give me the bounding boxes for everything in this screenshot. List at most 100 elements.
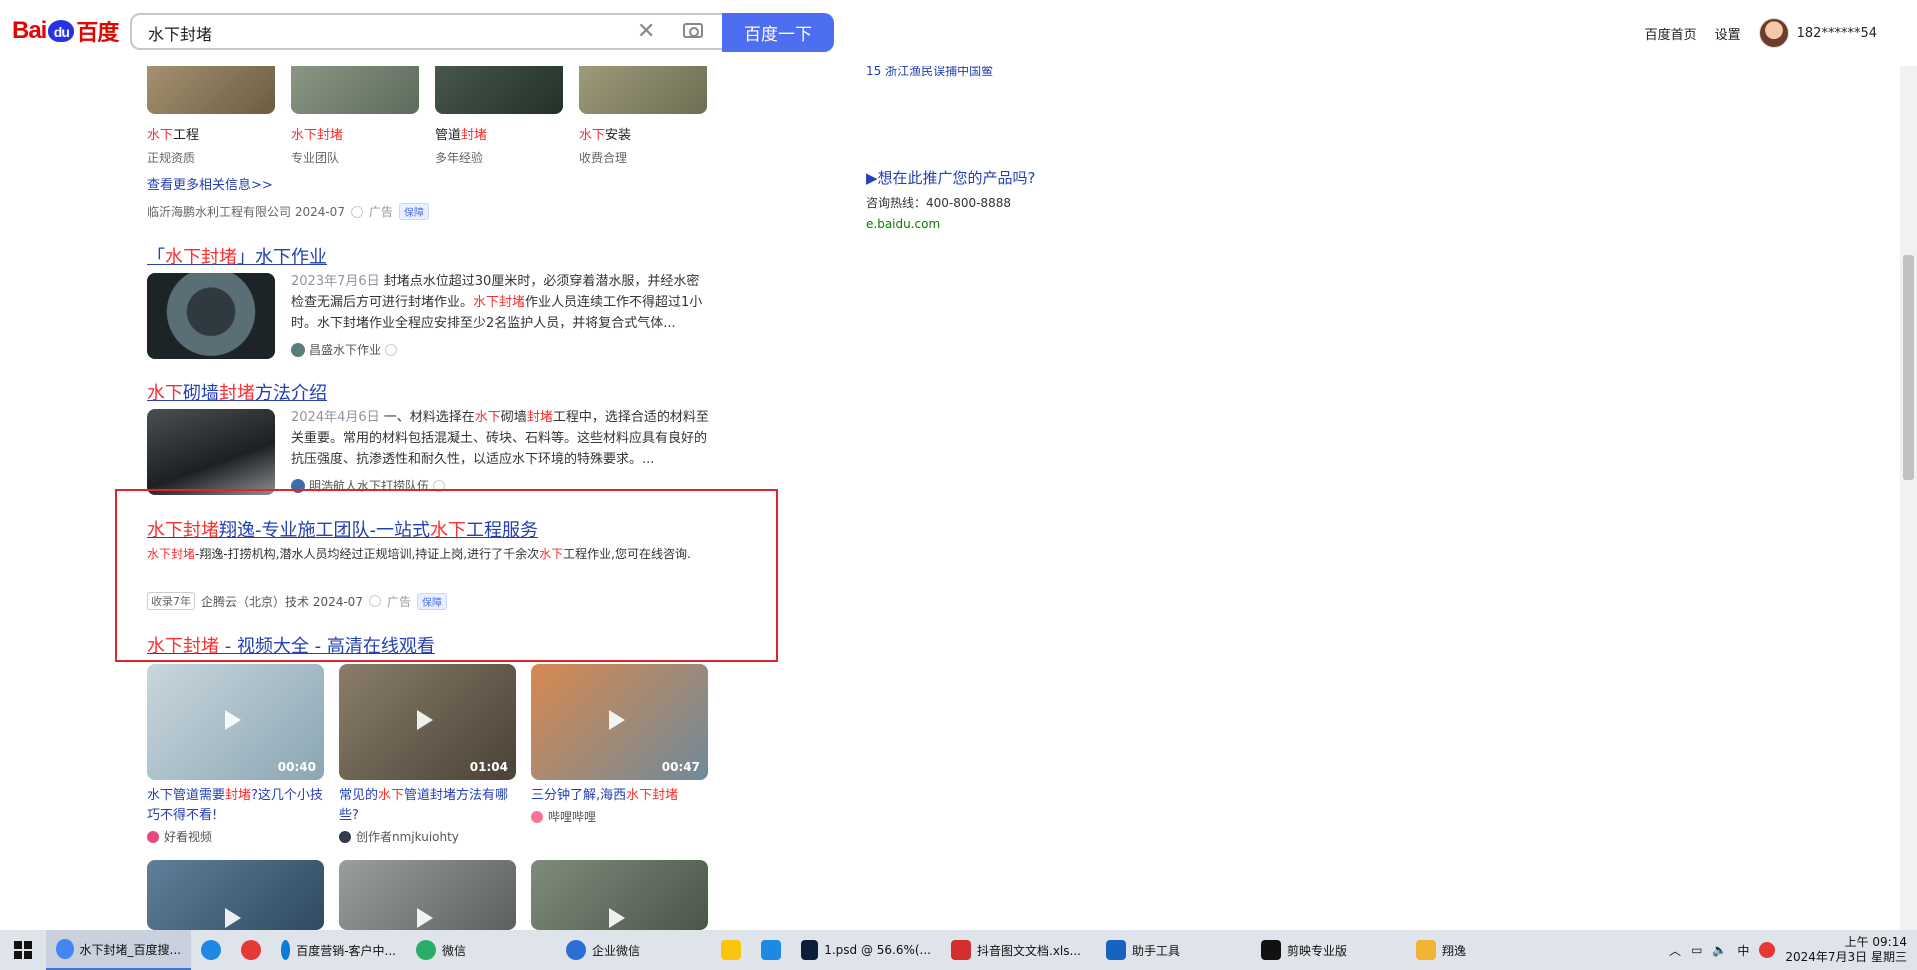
promo-title[interactable]: ▶想在此推广您的产品吗? <box>866 167 1036 188</box>
chevron-up-icon[interactable]: ︿ <box>1669 942 1681 959</box>
taskbar-item-edge[interactable]: 百度营销-客户中... <box>271 930 406 970</box>
tile-title[interactable]: 水下工程 <box>147 124 275 143</box>
taskbar-item-wechat[interactable]: 微信 <box>406 930 556 970</box>
taskbar-item-helper[interactable]: 助手工具 <box>1096 930 1251 970</box>
ad2-company[interactable]: 企腾云（北京）技术 2024-07 <box>201 593 363 610</box>
source-avatar-icon <box>291 342 305 357</box>
video-source[interactable]: 创作者nmjkuiohty <box>339 828 516 845</box>
video-card[interactable]: 01:04 常见的水下管道封堵方法有哪些? 创作者nmjkuiohty <box>339 664 516 845</box>
user-menu[interactable]: 182******54 <box>1758 18 1877 48</box>
clear-icon[interactable]: ✕ <box>637 19 655 44</box>
video-duration: 00:40 <box>277 760 316 774</box>
avatar[interactable] <box>1758 18 1789 48</box>
taskbar-item-plus[interactable] <box>751 930 791 970</box>
result1-title[interactable]: 「水下封堵」水下作业 <box>147 243 327 269</box>
ad2-source: 收录7年 企腾云（北京）技术 2024-07 广告 保障 <box>147 592 447 610</box>
video-card[interactable] <box>339 860 516 930</box>
video-thumbnail[interactable] <box>531 860 708 930</box>
taskbar-item-chrome[interactable]: 水下封堵_百度搜... <box>46 930 191 970</box>
video-thumbnail[interactable]: 01:04 <box>339 664 516 780</box>
video-card[interactable]: 00:47 三分钟了解,海西水下封堵 哔哩哔哩 <box>531 664 708 825</box>
promo-url[interactable]: e.baidu.com <box>866 217 1036 231</box>
taskbar-item-wps[interactable]: 抖音图文文档.xls... <box>941 930 1096 970</box>
guarantee-badge[interactable]: 保障 <box>416 592 447 610</box>
video-title[interactable]: 常见的水下管道封堵方法有哪些? <box>339 786 516 826</box>
taskbar-item-capcut[interactable]: 剪映专业版 <box>1251 930 1406 970</box>
video-source[interactable]: 哔哩哔哩 <box>531 808 708 825</box>
chrome-icon <box>56 939 74 959</box>
video-title[interactable]: 水下管道需要封堵?这几个小技巧不得不看! <box>147 786 324 826</box>
volume-icon[interactable]: 🔈 <box>1712 943 1727 957</box>
result1-source[interactable]: 昌盛水下作业 <box>291 341 398 358</box>
ad2-title[interactable]: 水下封堵翔逸-专业施工团队-一站式水下工程服务 <box>147 516 538 542</box>
info-icon[interactable] <box>385 343 398 356</box>
link-baidu-home[interactable]: 百度首页 <box>1645 24 1697 43</box>
scrollbar[interactable] <box>1900 0 1917 930</box>
link-settings[interactable]: 设置 <box>1715 24 1741 43</box>
scrollbar-thumb[interactable] <box>1903 255 1914 480</box>
video-duration: 01:04 <box>469 760 508 774</box>
tile-sub: 专业团队 <box>291 151 340 165</box>
play-icon[interactable] <box>609 710 625 730</box>
sogou-ime-icon[interactable] <box>1759 942 1776 958</box>
ad-tile[interactable]: 水下工程 正规资质 <box>147 56 275 166</box>
result1-thumbnail[interactable] <box>147 273 275 359</box>
ad1-source: 临沂海鹏水利工程有限公司 2024-07 广告 保障 <box>147 203 429 220</box>
plus-app-icon <box>761 940 781 960</box>
edge-icon <box>281 940 291 960</box>
username[interactable]: 182******54 <box>1797 26 1877 41</box>
play-icon[interactable] <box>225 710 241 730</box>
video-thumbnail[interactable]: 00:47 <box>531 664 708 780</box>
video-title[interactable]: 三分钟了解,海西水下封堵 <box>531 786 708 806</box>
video-card[interactable] <box>147 860 324 930</box>
ad-image-tiles: 水下工程 正规资质 水下封堵 专业团队 管道封堵 多年经验 水下安装 收费合理 <box>147 56 707 166</box>
play-icon[interactable] <box>417 710 433 730</box>
result2-thumbnail[interactable] <box>147 409 275 495</box>
taskbar-item-folder[interactable]: 翔逸 <box>1406 930 1546 970</box>
taskbar-item-s[interactable] <box>231 930 271 970</box>
clock[interactable]: 上午 09:14 2024年7月3日 星期三 <box>1785 935 1907 965</box>
ad1-company[interactable]: 临沂海鹏水利工程有限公司 2024-07 <box>147 203 345 220</box>
windows-icon <box>14 941 32 959</box>
search-button[interactable]: 百度一下 <box>722 13 834 52</box>
play-icon[interactable] <box>609 908 625 928</box>
ad-tile[interactable]: 水下封堵 专业团队 <box>291 56 419 166</box>
search-input[interactable] <box>146 22 630 43</box>
taskbar-item-notes[interactable] <box>711 930 751 970</box>
taskbar-item-sogou[interactable] <box>191 930 231 970</box>
ad-label: 广告 <box>368 205 393 219</box>
taskbar-item-wecom[interactable]: 企业微信 <box>556 930 711 970</box>
taskbar-item-photoshop[interactable]: 1.psd @ 56.6%(... <box>791 930 941 970</box>
info-icon[interactable] <box>350 205 363 218</box>
video-source[interactable]: 好看视频 <box>147 828 324 845</box>
more-info-link[interactable]: 查看更多相关信息>> <box>147 174 273 193</box>
tile-sub: 多年经验 <box>435 151 484 165</box>
video-card[interactable] <box>531 860 708 930</box>
ime-indicator[interactable]: 中 <box>1737 942 1749 959</box>
network-icon[interactable]: ▭ <box>1691 943 1702 957</box>
sogou-icon <box>201 940 221 960</box>
tile-title[interactable]: 水下安装 <box>579 124 707 143</box>
tile-title[interactable]: 管道封堵 <box>435 124 563 143</box>
video-thumbnail[interactable]: 00:40 <box>147 664 324 780</box>
play-icon[interactable] <box>225 908 241 928</box>
search-box: ✕ <box>130 13 722 50</box>
ad-tile[interactable]: 管道封堵 多年经验 <box>435 56 563 166</box>
wecom-icon <box>566 940 586 960</box>
video-thumbnail[interactable] <box>147 860 324 930</box>
tile-title[interactable]: 水下封堵 <box>291 124 419 143</box>
video-section-title[interactable]: 水下封堵 - 视频大全 - 高清在线观看 <box>147 632 435 658</box>
baidu-logo[interactable]: Bai du 百度 <box>12 15 119 47</box>
start-button[interactable] <box>0 930 46 970</box>
play-icon[interactable] <box>417 908 433 928</box>
folder-icon <box>1416 940 1436 960</box>
ad-tile[interactable]: 水下安装 收费合理 <box>579 56 707 166</box>
result2-title[interactable]: 水下砌墙封堵方法介绍 <box>147 379 327 405</box>
video-card[interactable]: 00:40 水下管道需要封堵?这几个小技巧不得不看! 好看视频 <box>147 664 324 845</box>
video-thumbnail[interactable] <box>339 860 516 930</box>
info-icon[interactable] <box>368 595 381 607</box>
result2-abstract: 2024年4月6日 一、材料选择在水下砌墙封堵工程中，选择合适的材料至关重要。常… <box>291 410 709 467</box>
camera-icon[interactable] <box>683 23 703 38</box>
guarantee-badge[interactable]: 保障 <box>398 203 429 220</box>
haokan-icon <box>147 830 159 843</box>
